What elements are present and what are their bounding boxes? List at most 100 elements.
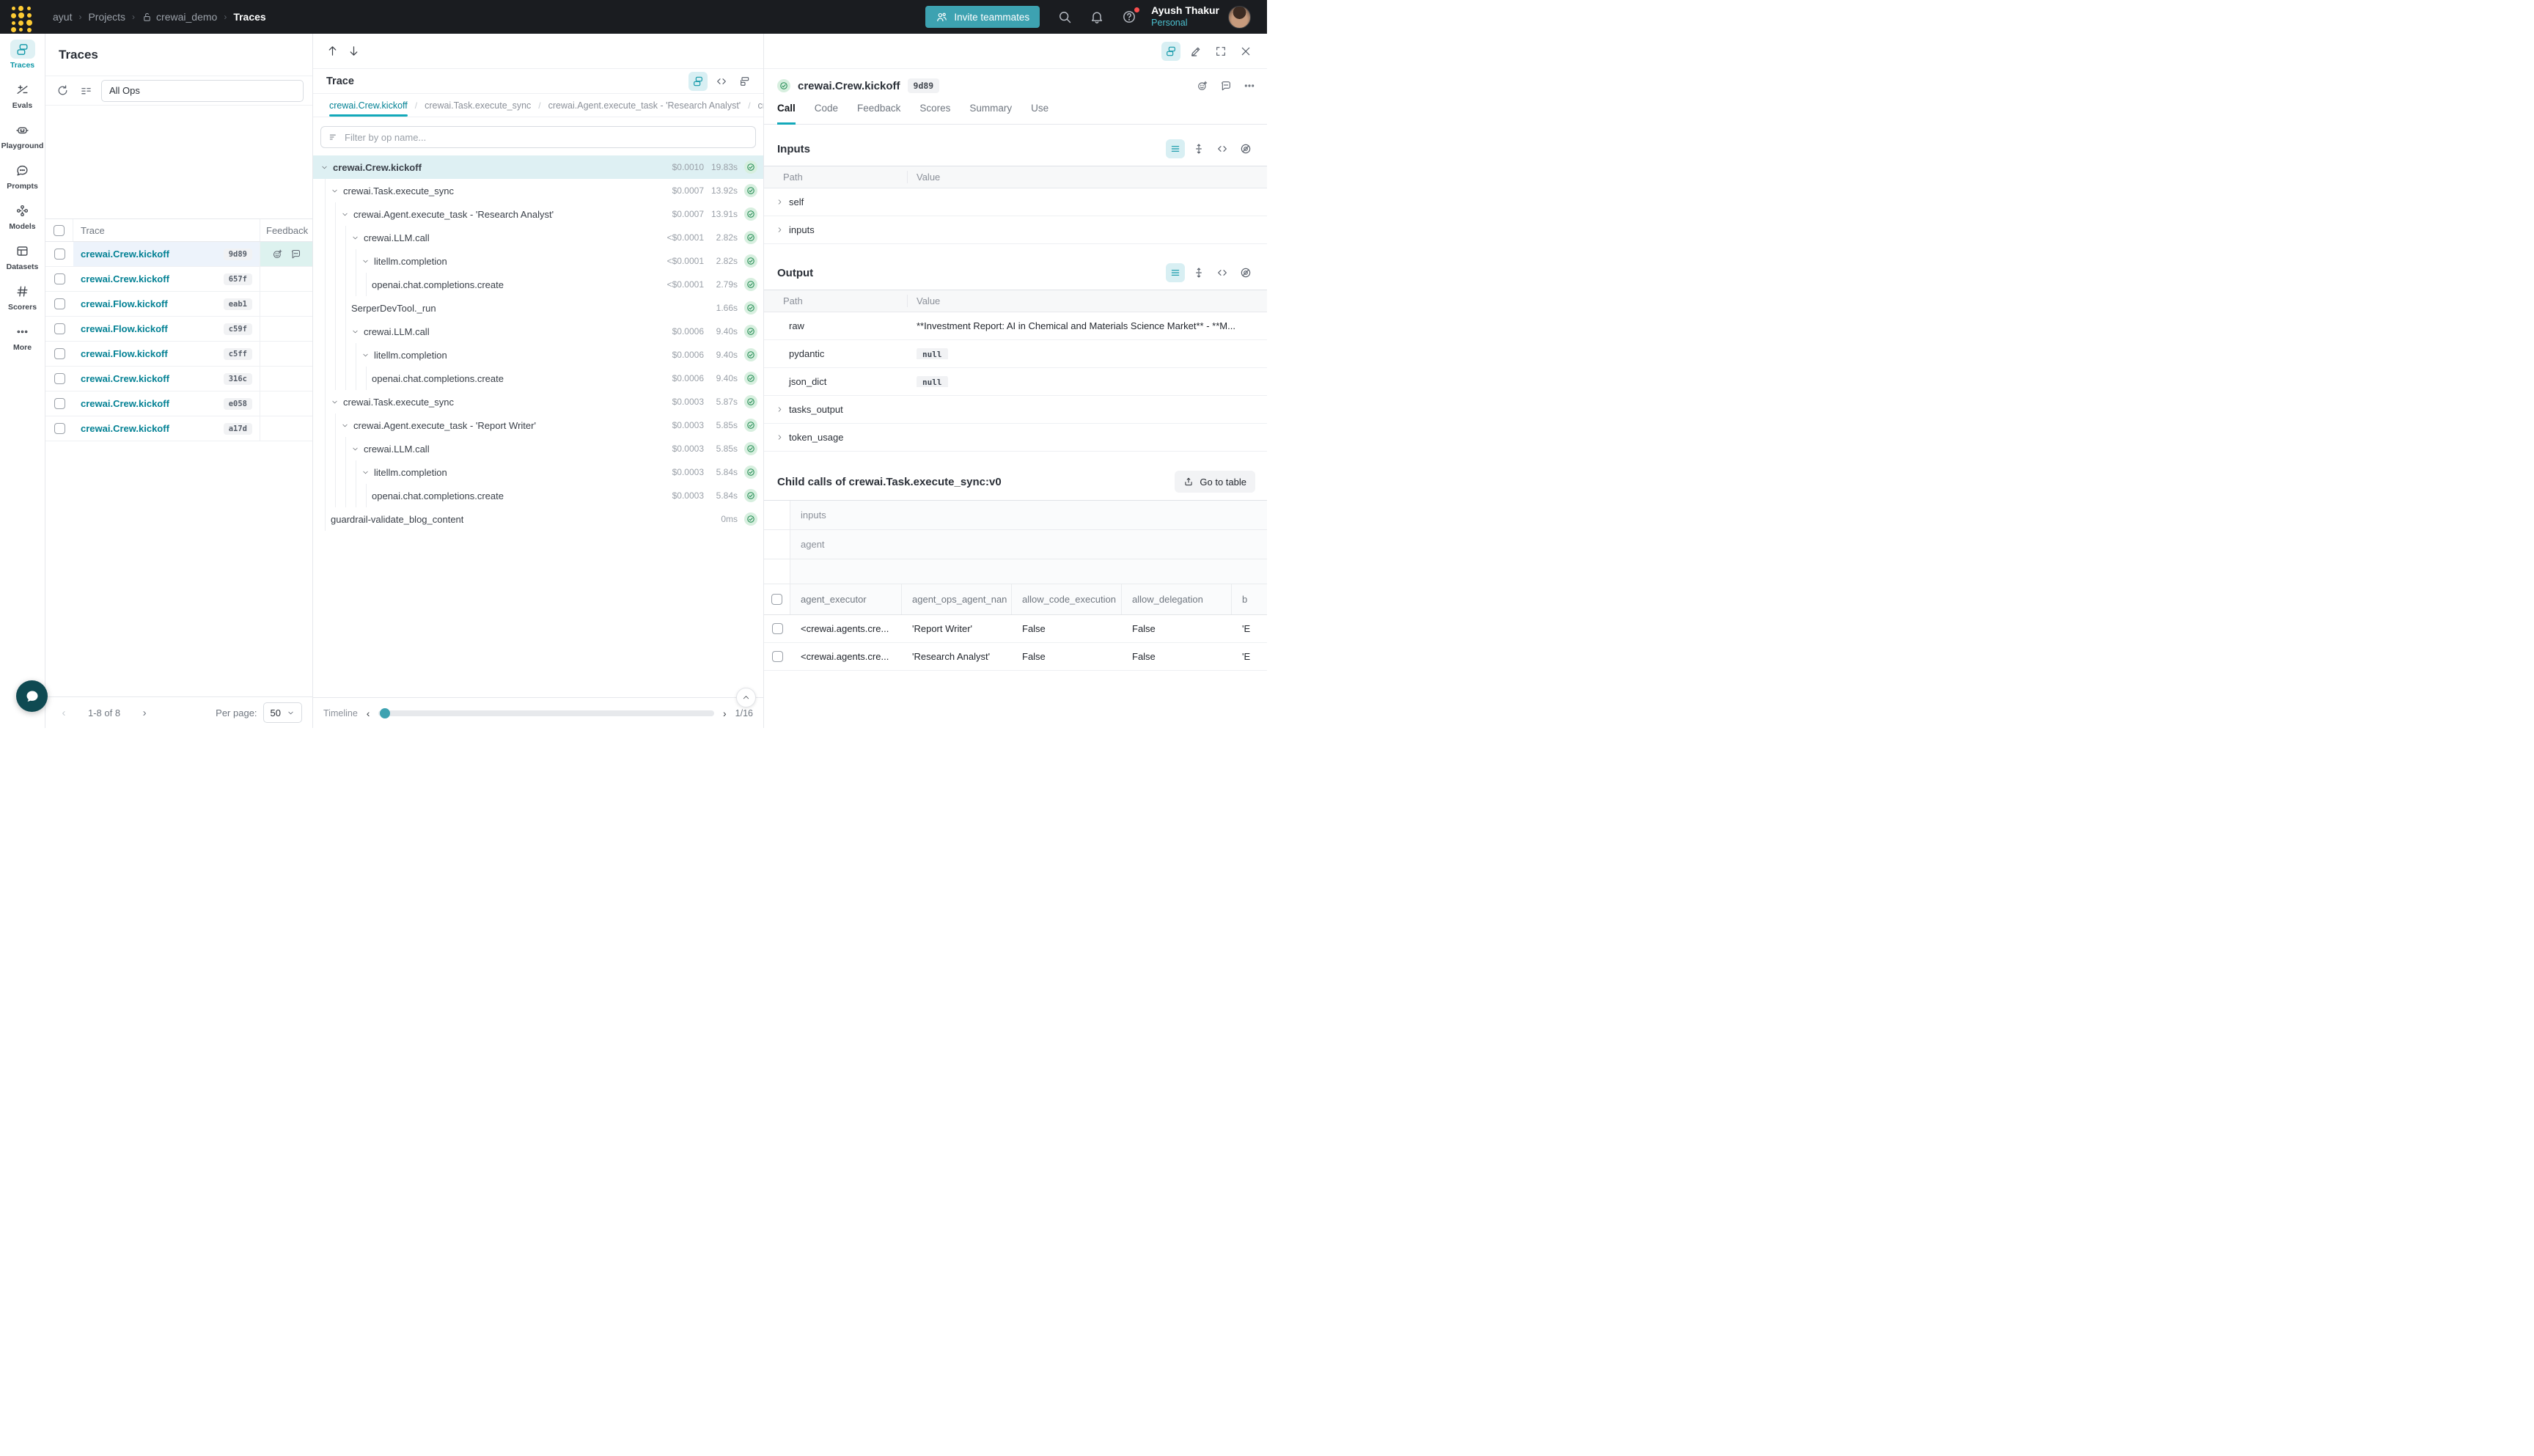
row-checkbox[interactable] [54, 373, 65, 384]
call-tree-row[interactable]: openai.chat.completions.create<$0.00012.… [313, 273, 763, 296]
call-tree-row[interactable]: litellm.completion$0.00069.40s [313, 343, 763, 367]
table-row[interactable]: crewai.Flow.kickoffc5ff [45, 342, 312, 367]
hide-values-icon[interactable] [1236, 139, 1255, 158]
timeline-prev-icon[interactable]: ‹ [367, 707, 370, 719]
trace-name-link[interactable]: crewai.Crew.kickoff [81, 249, 169, 260]
user-block[interactable]: Ayush Thakur Personal [1151, 4, 1219, 29]
child-call-row[interactable]: <crewai.agents.cre...'Research Analyst'F… [764, 643, 1267, 671]
more-options-icon[interactable] [1244, 80, 1255, 92]
help-icon[interactable] [1122, 10, 1136, 24]
output-row[interactable]: token_usage [764, 424, 1267, 452]
breadcrumb-project[interactable]: crewai_demo [156, 11, 217, 23]
column-settings-icon[interactable] [78, 83, 94, 99]
table-row[interactable]: crewai.Crew.kickoffa17d [45, 416, 312, 441]
collapse-timeline-button[interactable] [736, 688, 756, 707]
per-page-select[interactable]: 50 [263, 702, 302, 723]
call-tree-row[interactable]: litellm.completion<$0.00012.82s [313, 249, 763, 273]
row-checkbox[interactable] [54, 398, 65, 409]
chevron-down-icon[interactable] [341, 422, 353, 430]
chevron-right-icon[interactable] [776, 405, 789, 413]
code-view-icon[interactable] [712, 72, 731, 91]
child-call-row[interactable]: <crewai.agents.cre...'Report Writer'Fals… [764, 615, 1267, 643]
call-id-badge[interactable]: 9d89 [908, 78, 940, 93]
list-view-icon[interactable] [1166, 263, 1185, 282]
expand-rows-icon[interactable] [1189, 139, 1208, 158]
chevron-down-icon[interactable] [331, 398, 343, 406]
column-header-allow-code-execution[interactable]: allow_code_execution [1012, 584, 1122, 614]
trace-breadcrumb-tab[interactable]: crewai.LLM.call [758, 100, 763, 117]
comment-icon[interactable] [290, 249, 301, 260]
breadcrumb-entity[interactable]: ayut [53, 11, 72, 23]
chevron-down-icon[interactable] [361, 351, 374, 359]
trace-breadcrumb-tab[interactable]: crewai.Crew.kickoff [329, 100, 408, 117]
chevron-right-icon[interactable] [776, 433, 789, 441]
output-row[interactable]: tasks_output [764, 396, 1267, 424]
call-tree-row[interactable]: openai.chat.completions.create$0.00035.8… [313, 484, 763, 507]
trace-name-link[interactable]: crewai.Flow.kickoff [81, 323, 168, 334]
inputs-row[interactable]: self [764, 188, 1267, 216]
code-view-icon[interactable] [1213, 139, 1232, 158]
ops-filter-select[interactable]: All Ops [101, 80, 304, 102]
op-filter-input[interactable] [345, 132, 748, 143]
trace-name-link[interactable]: crewai.Crew.kickoff [81, 273, 169, 284]
notifications-bell-icon[interactable] [1090, 10, 1104, 24]
sidebar-item-playground[interactable]: Playground [1, 120, 44, 150]
tab-summary[interactable]: Summary [969, 103, 1012, 124]
close-icon[interactable] [1236, 42, 1255, 61]
sidebar-item-prompts[interactable]: Prompts [1, 161, 44, 191]
call-tree-row[interactable]: crewai.Agent.execute_task - 'Research An… [313, 202, 763, 226]
invite-teammates-button[interactable]: Invite teammates [925, 6, 1040, 28]
prev-page-icon[interactable]: ‹ [56, 707, 72, 719]
table-row[interactable]: crewai.Crew.kickoffe058 [45, 391, 312, 416]
inputs-row[interactable]: inputs [764, 216, 1267, 244]
list-view-icon[interactable] [1166, 139, 1185, 158]
chevron-down-icon[interactable] [361, 468, 374, 477]
timeline-next-icon[interactable]: › [723, 707, 727, 719]
column-header-agent-ops-agent-nan[interactable]: agent_ops_agent_nan [902, 584, 1012, 614]
trace-name-link[interactable]: crewai.Crew.kickoff [81, 423, 169, 434]
table-row[interactable]: crewai.Flow.kickoffeab1 [45, 292, 312, 317]
chevron-right-icon[interactable] [776, 198, 789, 206]
row-checkbox[interactable] [54, 323, 65, 334]
column-header-feedback[interactable]: Feedback [260, 219, 312, 241]
table-row[interactable]: crewai.Crew.kickoff316c [45, 367, 312, 391]
row-checkbox[interactable] [772, 651, 783, 662]
call-tree-row[interactable]: SerperDevTool._run1.66s [313, 296, 763, 320]
expand-rows-icon[interactable] [1189, 263, 1208, 282]
call-tree-row[interactable]: crewai.Task.execute_sync$0.000713.92s [313, 179, 763, 202]
call-tree-row[interactable]: litellm.completion$0.00035.84s [313, 460, 763, 484]
select-all-checkbox[interactable] [54, 225, 65, 236]
trace-breadcrumb-tab[interactable]: crewai.Task.execute_sync [425, 100, 531, 117]
call-tree-row[interactable]: crewai.LLM.call$0.00035.85s [313, 437, 763, 460]
tree-view-icon[interactable] [1161, 42, 1180, 61]
chevron-down-icon[interactable] [351, 445, 364, 453]
output-row[interactable]: pydanticnull [764, 340, 1267, 368]
trace-name-link[interactable]: crewai.Crew.kickoff [81, 373, 169, 384]
call-tree-row[interactable]: openai.chat.completions.create$0.00069.4… [313, 367, 763, 390]
table-row[interactable]: crewai.Flow.kickoffc59f [45, 317, 312, 342]
call-tree-row[interactable]: crewai.LLM.call$0.00069.40s [313, 320, 763, 343]
prev-call-arrow-up-icon[interactable] [326, 45, 339, 57]
tab-scores[interactable]: Scores [919, 103, 950, 124]
tab-call[interactable]: Call [777, 103, 796, 124]
call-tree-row[interactable]: crewai.Agent.execute_task - 'Report Writ… [313, 413, 763, 437]
table-row[interactable]: crewai.Crew.kickoff657f [45, 267, 312, 292]
call-tree-row[interactable]: crewai.LLM.call<$0.00012.82s [313, 226, 763, 249]
column-header-trace[interactable]: Trace [73, 219, 260, 241]
trace-name-link[interactable]: crewai.Crew.kickoff [81, 398, 169, 409]
refresh-icon[interactable] [54, 83, 70, 99]
column-header-b[interactable]: b [1232, 584, 1267, 614]
row-checkbox[interactable] [54, 298, 65, 309]
breadcrumb-traces[interactable]: Traces [233, 11, 265, 23]
tab-use[interactable]: Use [1031, 103, 1049, 124]
chevron-down-icon[interactable] [331, 187, 343, 195]
chevron-down-icon[interactable] [351, 328, 364, 336]
table-row[interactable]: crewai.Crew.kickoff9d89 [45, 242, 312, 267]
sidebar-item-scorers[interactable]: Scorers [1, 282, 44, 312]
code-view-icon[interactable] [1213, 263, 1232, 282]
sidebar-item-traces[interactable]: Traces [1, 40, 44, 70]
sidebar-item-models[interactable]: Models [1, 201, 44, 231]
trace-name-link[interactable]: crewai.Flow.kickoff [81, 298, 168, 309]
next-page-icon[interactable]: › [136, 707, 153, 719]
tab-code[interactable]: Code [815, 103, 838, 124]
